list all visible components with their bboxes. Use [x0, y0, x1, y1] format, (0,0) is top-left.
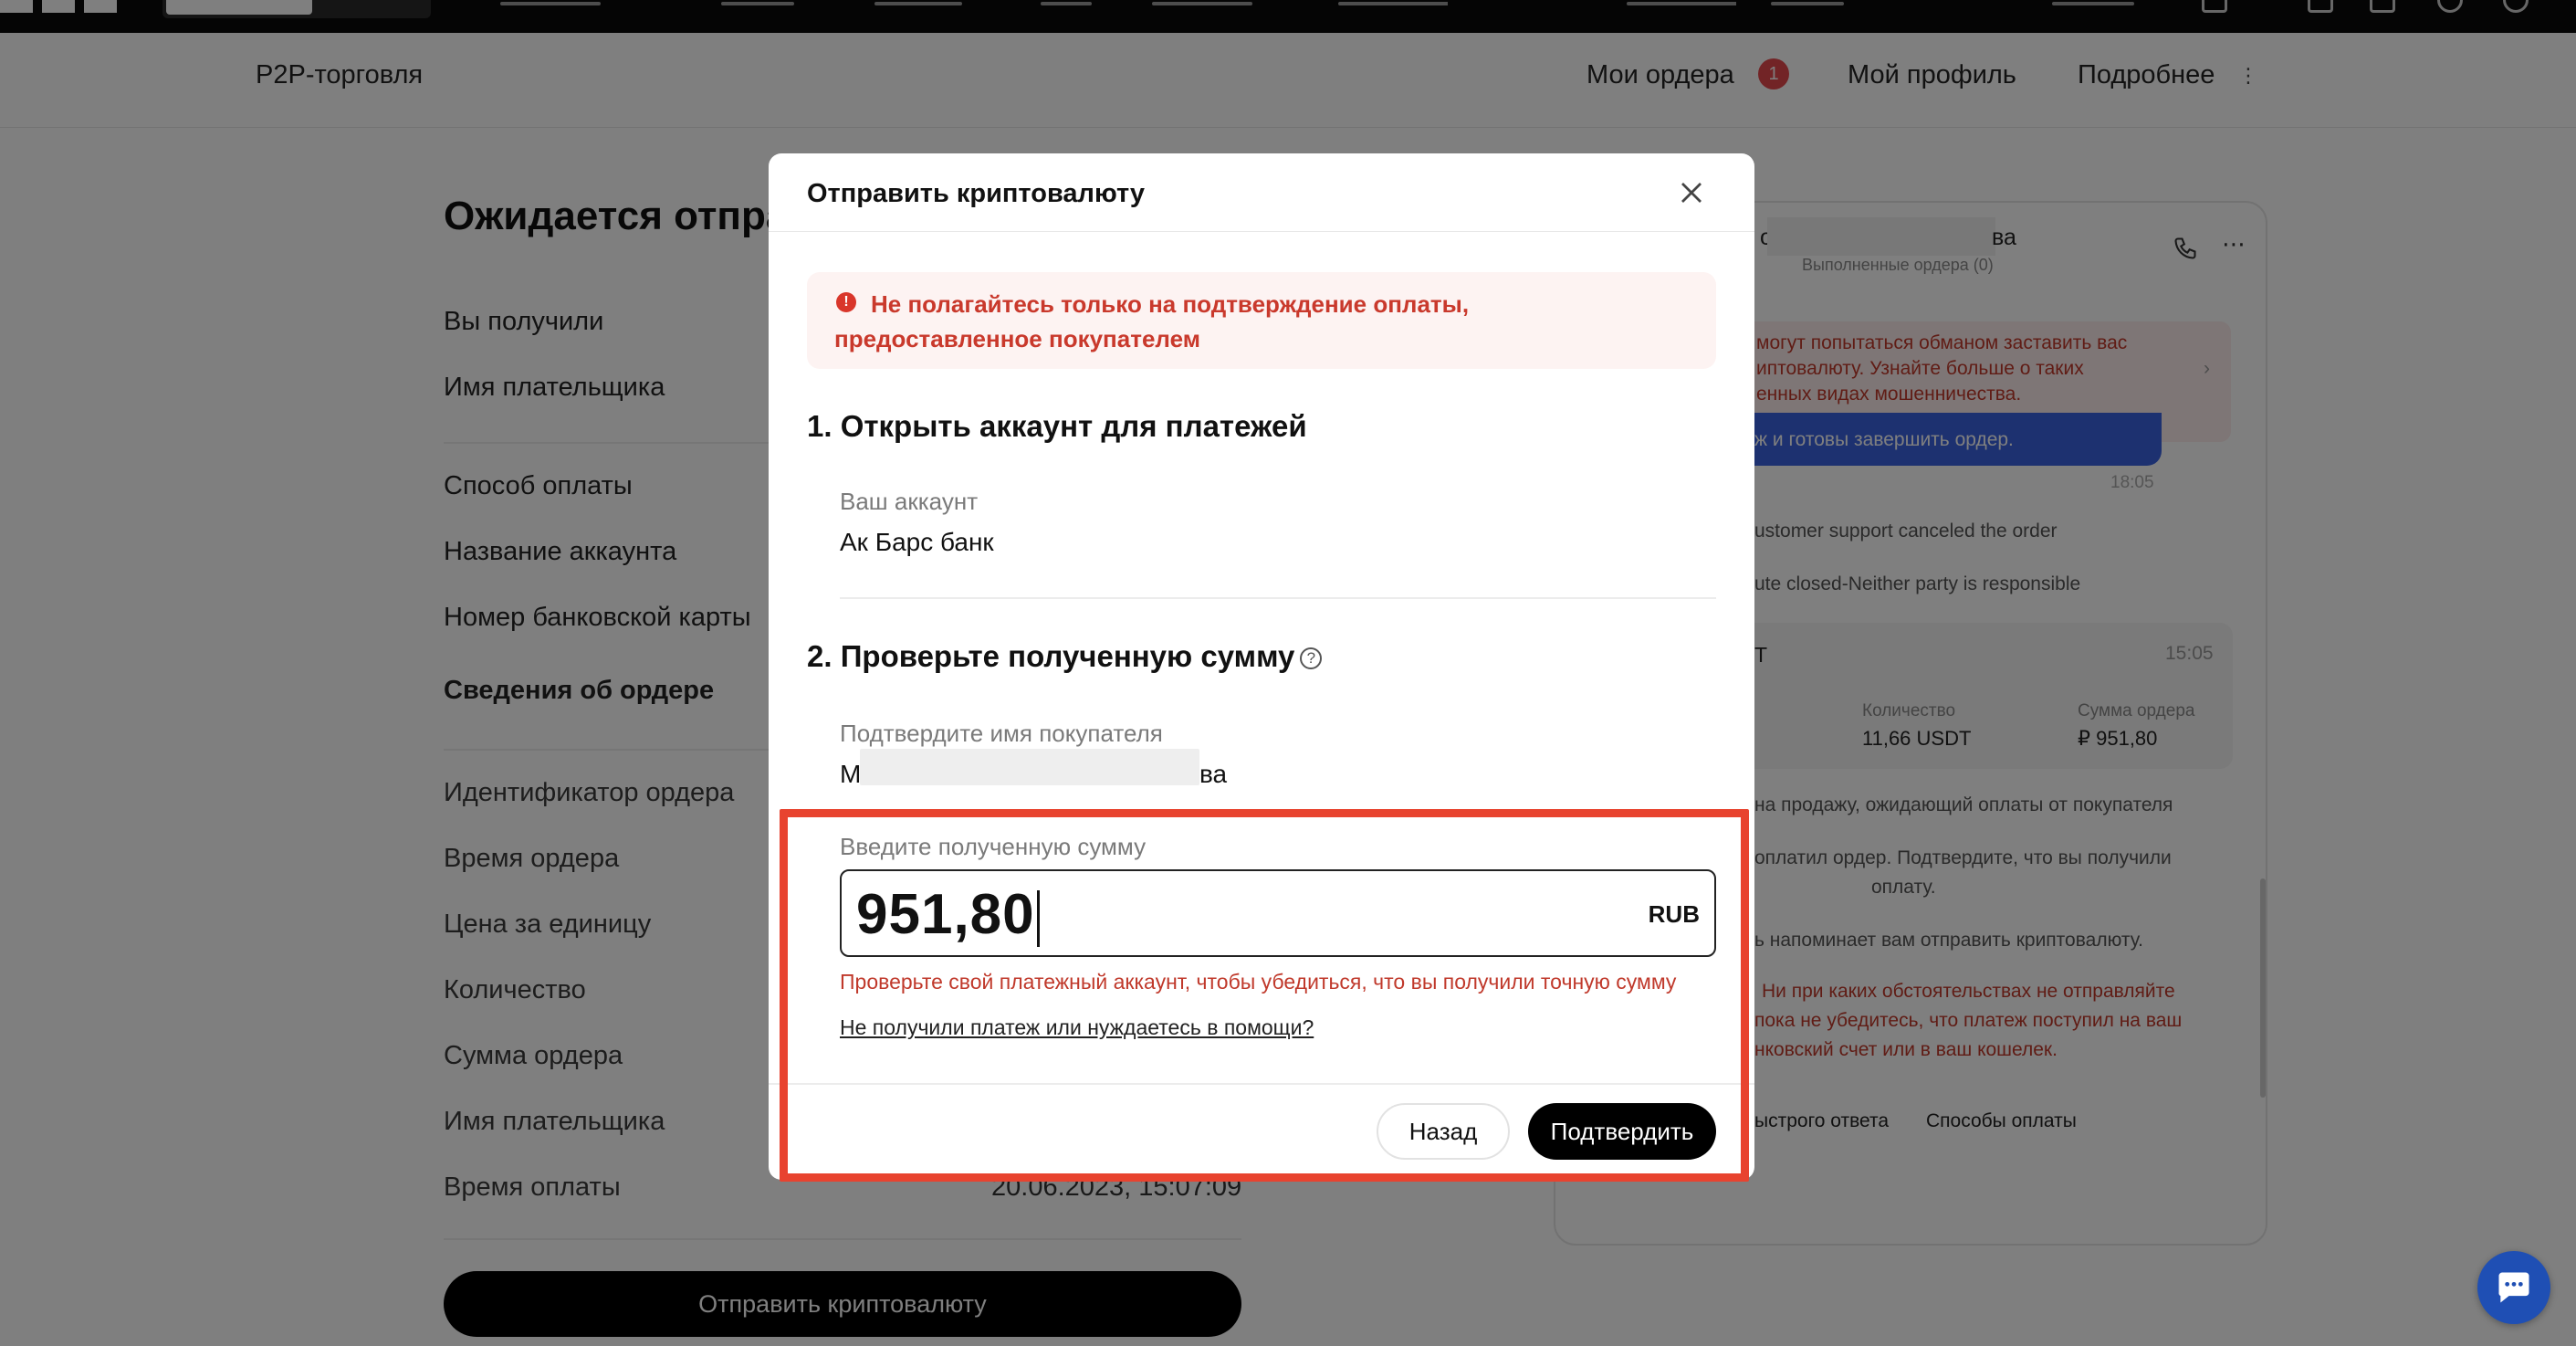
amount-label: Введите полученную сумму	[840, 833, 1147, 860]
divider	[840, 597, 1716, 599]
amount-input-value: 951,80	[856, 882, 1040, 947]
amount-hint: Проверьте свой платежный аккаунт, чтобы …	[840, 970, 1677, 994]
buyer-name-end: ва	[1199, 760, 1228, 788]
warning-banner: ! Не полагайтесь только на подтверждение…	[807, 272, 1716, 369]
amount-input[interactable]: 951,80 RUB	[840, 869, 1716, 957]
support-chat-button[interactable]	[2477, 1251, 2550, 1324]
redacted-buyer-name	[860, 749, 1199, 785]
confirm-button[interactable]: Подтвердить	[1528, 1103, 1716, 1160]
payment-help-link[interactable]: Не получили платеж или нуждаетесь в помо…	[840, 1015, 1314, 1040]
buyer-name-label: Подтвердите имя покупателя	[840, 720, 1163, 747]
step-2-heading: 2. Проверьте полученную сумму?	[807, 639, 1323, 674]
amount-text: 951,80	[856, 883, 1035, 946]
close-icon[interactable]	[1678, 179, 1705, 206]
chat-bubble-icon	[2498, 1272, 2529, 1303]
text-caret	[1036, 889, 1040, 947]
modal-footer-divider	[769, 1083, 1754, 1085]
modal-header: Отправить криптовалюту	[769, 153, 1754, 232]
account-value: Ак Барс банк	[840, 528, 994, 556]
step-2-text: 2. Проверьте полученную сумму	[807, 639, 1295, 673]
buyer-name-initial: М	[840, 760, 862, 788]
warning-text: Не полагайтесь только на подтверждение о…	[834, 290, 1470, 352]
question-icon[interactable]: ?	[1300, 647, 1323, 670]
account-label: Ваш аккаунт	[840, 488, 979, 515]
currency-label: RUB	[1648, 900, 1700, 928]
back-button[interactable]: Назад	[1377, 1103, 1510, 1160]
send-crypto-modal: Отправить криптовалюту ! Не полагайтесь …	[769, 153, 1754, 1180]
modal-title: Отправить криптовалюту	[807, 179, 1146, 208]
step-1-heading: 1. Открыть аккаунт для платежей	[807, 409, 1307, 443]
